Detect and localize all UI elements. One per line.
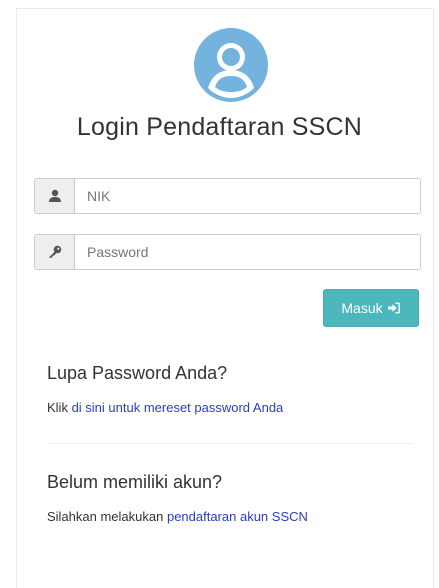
register-heading: Belum memiliki akun? — [47, 472, 223, 492]
forgot-password-text: Klik di sini untuk mereset password Anda — [47, 400, 283, 415]
nik-input-group — [34, 178, 421, 214]
register-text: Silahkan melakukan pendaftaran akun SSCN — [47, 509, 308, 524]
register-prefix: Silahkan melakukan — [47, 509, 167, 524]
reset-password-link[interactable]: di sini untuk mereset password Anda — [72, 400, 284, 415]
forgot-password-heading: Lupa Password Anda? — [47, 363, 228, 383]
password-input[interactable] — [74, 234, 421, 270]
nik-input[interactable] — [74, 178, 421, 214]
user-icon — [34, 178, 74, 214]
register-account-link[interactable]: pendaftaran akun SSCN — [167, 509, 308, 524]
user-avatar-icon — [194, 28, 268, 102]
page-title: Login Pendaftaran SSCN — [76, 113, 363, 141]
key-icon — [34, 234, 74, 270]
forgot-password-prefix: Klik — [47, 400, 72, 415]
section-divider — [47, 443, 413, 444]
password-input-group — [34, 234, 421, 270]
masuk-button[interactable]: Masuk — [323, 289, 419, 327]
sign-in-icon — [387, 302, 400, 314]
masuk-button-label: Masuk — [341, 300, 383, 316]
